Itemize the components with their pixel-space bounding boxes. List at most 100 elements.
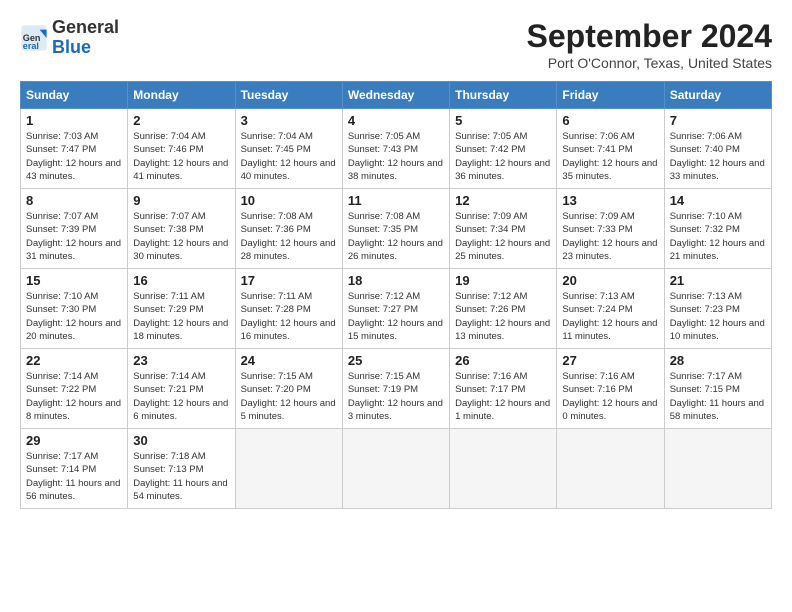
day-info: Sunrise: 7:05 AMSunset: 7:43 PMDaylight:… xyxy=(348,130,444,183)
calendar-day-empty xyxy=(557,429,664,509)
calendar-day-10: 10Sunrise: 7:08 AMSunset: 7:36 PMDayligh… xyxy=(235,189,342,269)
day-info: Sunrise: 7:08 AMSunset: 7:35 PMDaylight:… xyxy=(348,210,444,263)
calendar-day-7: 7 Sunrise: 7:06 AMSunset: 7:40 PMDaylight… xyxy=(664,109,771,189)
calendar-day-5: 5 Sunrise: 7:05 AMSunset: 7:42 PMDaylight… xyxy=(450,109,557,189)
title-area: September 2024 Port O'Connor, Texas, Uni… xyxy=(527,18,772,71)
day-number: 7 xyxy=(670,113,766,128)
day-info: Sunrise: 7:05 AMSunset: 7:42 PMDaylight:… xyxy=(455,130,551,183)
day-info: Sunrise: 7:15 AMSunset: 7:19 PMDaylight:… xyxy=(348,370,444,423)
calendar-day-24: 24 Sunrise: 7:15 AMSunset: 7:20 PMDayligh… xyxy=(235,349,342,429)
day-number: 19 xyxy=(455,273,551,288)
calendar-day-18: 18 Sunrise: 7:12 AMSunset: 7:27 PMDayligh… xyxy=(342,269,449,349)
day-info: Sunrise: 7:18 AMSunset: 7:13 PMDaylight:… xyxy=(133,450,229,503)
day-number: 20 xyxy=(562,273,658,288)
header: Gen eral General Blue September 2024 Por… xyxy=(20,18,772,71)
day-info: Sunrise: 7:07 AMSunset: 7:38 PMDaylight:… xyxy=(133,210,229,263)
location: Port O'Connor, Texas, United States xyxy=(527,55,772,71)
day-number: 13 xyxy=(562,193,658,208)
calendar-week-1: 1 Sunrise: 7:03 AMSunset: 7:47 PMDaylight… xyxy=(21,109,772,189)
calendar-day-13: 13 Sunrise: 7:09 AMSunset: 7:33 PMDayligh… xyxy=(557,189,664,269)
day-number: 5 xyxy=(455,113,551,128)
day-info: Sunrise: 7:06 AMSunset: 7:40 PMDaylight:… xyxy=(670,130,766,183)
day-info: Sunrise: 7:08 AMSunset: 7:36 PMDaylight:… xyxy=(241,210,337,263)
calendar-day-empty xyxy=(664,429,771,509)
calendar-day-25: 25 Sunrise: 7:15 AMSunset: 7:19 PMDayligh… xyxy=(342,349,449,429)
weekday-header-row: Sunday Monday Tuesday Wednesday Thursday… xyxy=(21,82,772,109)
day-number: 27 xyxy=(562,353,658,368)
day-number: 15 xyxy=(26,273,122,288)
day-number: 4 xyxy=(348,113,444,128)
calendar-day-16: 16Sunrise: 7:11 AMSunset: 7:29 PMDayligh… xyxy=(128,269,235,349)
logo-blue: Blue xyxy=(52,37,91,57)
day-number: 17 xyxy=(241,273,337,288)
day-number: 24 xyxy=(241,353,337,368)
day-info: Sunrise: 7:13 AMSunset: 7:23 PMDaylight:… xyxy=(670,290,766,343)
day-info: Sunrise: 7:07 AMSunset: 7:39 PMDaylight:… xyxy=(26,210,122,263)
calendar-day-empty xyxy=(342,429,449,509)
calendar-day-27: 27 Sunrise: 7:16 AMSunset: 7:16 PMDayligh… xyxy=(557,349,664,429)
day-number: 26 xyxy=(455,353,551,368)
day-info: Sunrise: 7:16 AMSunset: 7:16 PMDaylight:… xyxy=(562,370,658,423)
calendar-day-22: 22 Sunrise: 7:14 AMSunset: 7:22 PMDayligh… xyxy=(21,349,128,429)
calendar-week-4: 22 Sunrise: 7:14 AMSunset: 7:22 PMDayligh… xyxy=(21,349,772,429)
day-number: 25 xyxy=(348,353,444,368)
day-info: Sunrise: 7:03 AMSunset: 7:47 PMDaylight:… xyxy=(26,130,122,183)
calendar-day-4: 4 Sunrise: 7:05 AMSunset: 7:43 PMDaylight… xyxy=(342,109,449,189)
day-number: 6 xyxy=(562,113,658,128)
calendar-day-3: 3Sunrise: 7:04 AMSunset: 7:45 PMDaylight… xyxy=(235,109,342,189)
calendar-day-21: 21Sunrise: 7:13 AMSunset: 7:23 PMDayligh… xyxy=(664,269,771,349)
calendar-day-15: 15 Sunrise: 7:10 AMSunset: 7:30 PMDayligh… xyxy=(21,269,128,349)
logo: Gen eral General Blue xyxy=(20,18,119,58)
header-wednesday: Wednesday xyxy=(342,82,449,109)
day-number: 1 xyxy=(26,113,122,128)
day-info: Sunrise: 7:06 AMSunset: 7:41 PMDaylight:… xyxy=(562,130,658,183)
day-info: Sunrise: 7:04 AMSunset: 7:46 PMDaylight:… xyxy=(133,130,229,183)
calendar-day-8: 8 Sunrise: 7:07 AMSunset: 7:39 PMDaylight… xyxy=(21,189,128,269)
day-number: 23 xyxy=(133,353,229,368)
header-tuesday: Tuesday xyxy=(235,82,342,109)
calendar-day-14: 14 Sunrise: 7:10 AMSunset: 7:32 PMDayligh… xyxy=(664,189,771,269)
day-info: Sunrise: 7:10 AMSunset: 7:30 PMDaylight:… xyxy=(26,290,122,343)
day-number: 8 xyxy=(26,193,122,208)
svg-text:eral: eral xyxy=(23,41,39,51)
day-info: Sunrise: 7:15 AMSunset: 7:20 PMDaylight:… xyxy=(241,370,337,423)
calendar-day-12: 12Sunrise: 7:09 AMSunset: 7:34 PMDayligh… xyxy=(450,189,557,269)
day-info: Sunrise: 7:17 AMSunset: 7:15 PMDaylight:… xyxy=(670,370,766,423)
logo-general: General xyxy=(52,17,119,37)
calendar: Sunday Monday Tuesday Wednesday Thursday… xyxy=(20,81,772,509)
month-title: September 2024 xyxy=(527,18,772,55)
calendar-week-3: 15 Sunrise: 7:10 AMSunset: 7:30 PMDayligh… xyxy=(21,269,772,349)
calendar-day-30: 30Sunrise: 7:18 AMSunset: 7:13 PMDayligh… xyxy=(128,429,235,509)
calendar-day-28: 28 Sunrise: 7:17 AMSunset: 7:15 PMDayligh… xyxy=(664,349,771,429)
calendar-day-6: 6 Sunrise: 7:06 AMSunset: 7:41 PMDaylight… xyxy=(557,109,664,189)
calendar-day-23: 23Sunrise: 7:14 AMSunset: 7:21 PMDayligh… xyxy=(128,349,235,429)
day-info: Sunrise: 7:16 AMSunset: 7:17 PMDaylight:… xyxy=(455,370,551,423)
calendar-day-19: 19 Sunrise: 7:12 AMSunset: 7:26 PMDayligh… xyxy=(450,269,557,349)
header-friday: Friday xyxy=(557,82,664,109)
day-number: 14 xyxy=(670,193,766,208)
day-number: 22 xyxy=(26,353,122,368)
calendar-week-5: 29Sunrise: 7:17 AMSunset: 7:14 PMDayligh… xyxy=(21,429,772,509)
day-number: 18 xyxy=(348,273,444,288)
header-monday: Monday xyxy=(128,82,235,109)
day-info: Sunrise: 7:10 AMSunset: 7:32 PMDaylight:… xyxy=(670,210,766,263)
day-info: Sunrise: 7:13 AMSunset: 7:24 PMDaylight:… xyxy=(562,290,658,343)
calendar-day-29: 29Sunrise: 7:17 AMSunset: 7:14 PMDayligh… xyxy=(21,429,128,509)
day-info: Sunrise: 7:09 AMSunset: 7:34 PMDaylight:… xyxy=(455,210,551,263)
day-info: Sunrise: 7:12 AMSunset: 7:26 PMDaylight:… xyxy=(455,290,551,343)
calendar-day-17: 17 Sunrise: 7:11 AMSunset: 7:28 PMDayligh… xyxy=(235,269,342,349)
header-sunday: Sunday xyxy=(21,82,128,109)
calendar-day-26: 26 Sunrise: 7:16 AMSunset: 7:17 PMDayligh… xyxy=(450,349,557,429)
day-info: Sunrise: 7:09 AMSunset: 7:33 PMDaylight:… xyxy=(562,210,658,263)
header-saturday: Saturday xyxy=(664,82,771,109)
calendar-day-empty xyxy=(450,429,557,509)
day-info: Sunrise: 7:11 AMSunset: 7:28 PMDaylight:… xyxy=(241,290,337,343)
day-info: Sunrise: 7:17 AMSunset: 7:14 PMDaylight:… xyxy=(26,450,122,503)
day-number: 2 xyxy=(133,113,229,128)
day-number: 28 xyxy=(670,353,766,368)
day-info: Sunrise: 7:12 AMSunset: 7:27 PMDaylight:… xyxy=(348,290,444,343)
day-number: 9 xyxy=(133,193,229,208)
day-info: Sunrise: 7:04 AMSunset: 7:45 PMDaylight:… xyxy=(241,130,337,183)
day-number: 11 xyxy=(348,193,444,208)
day-info: Sunrise: 7:14 AMSunset: 7:22 PMDaylight:… xyxy=(26,370,122,423)
